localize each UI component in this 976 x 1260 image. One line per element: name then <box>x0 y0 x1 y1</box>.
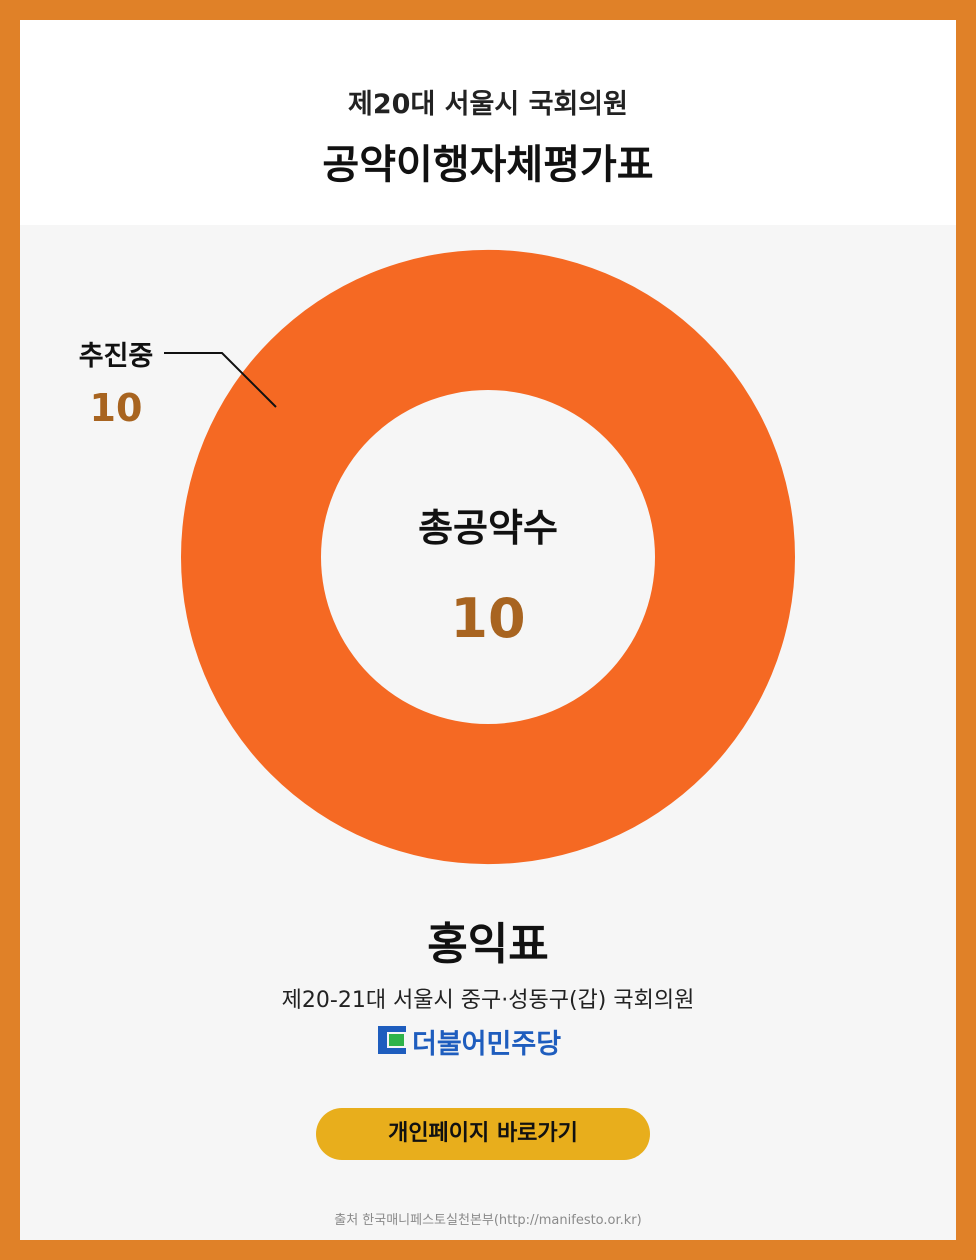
slice-label: 추진중 <box>79 341 154 372</box>
member-position: 제20-21대 서울시 중구·성동구(갑) 국회의원 <box>281 988 695 1013</box>
donut-slice-0 <box>180 249 796 865</box>
header: 제20대 서울시 국회의원 공약이행자체평가표 <box>20 20 956 225</box>
party-name: 더불어민주당 <box>412 1029 562 1060</box>
personal-page-button[interactable]: 개인페이지 바로가기 <box>316 1108 650 1160</box>
center-value: 10 <box>450 587 525 650</box>
party-flag-icon <box>378 1026 406 1054</box>
slice-value: 10 <box>90 386 143 430</box>
center-label: 총공약수 <box>418 506 558 550</box>
donut-chart: 총공약수 10 추진중 10 <box>79 249 796 865</box>
member-name: 홍익표 <box>427 919 549 970</box>
source-note: 출처 한국매니페스토실천본부(http://manifesto.or.kr) <box>334 1213 642 1228</box>
page-subtitle: 제20대 서울시 국회의원 <box>348 89 628 120</box>
page-frame: 제20대 서울시 국회의원 공약이행자체평가표 총공약수 10 추진중 10 홍… <box>0 0 976 1260</box>
report-card: 제20대 서울시 국회의원 공약이행자체평가표 총공약수 10 추진중 10 홍… <box>20 20 956 1240</box>
party-logo: 더불어민주당 <box>378 1022 608 1060</box>
page-title: 공약이행자체평가표 <box>322 142 654 188</box>
